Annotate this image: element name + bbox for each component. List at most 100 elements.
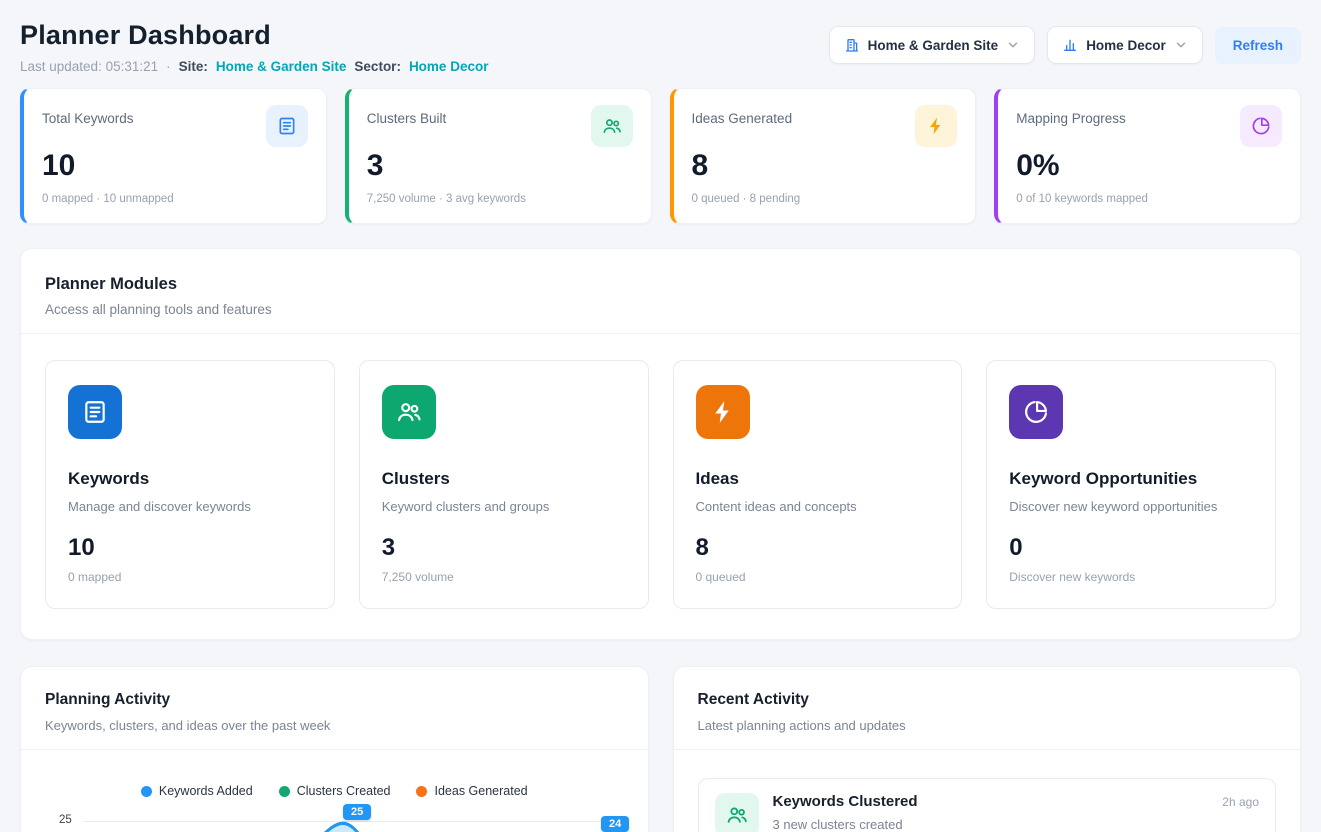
sector-link[interactable]: Home Decor (409, 59, 489, 74)
legend-label: Ideas Generated (434, 784, 527, 798)
point-label-badge: 25 (343, 804, 371, 820)
stat-value: 8 (692, 149, 958, 183)
stat-cards-row: Total Keywords 10 0 mapped · 10 unmapped… (20, 88, 1301, 224)
stat-label: Total Keywords (42, 105, 134, 126)
module-subtext: 7,250 volume (382, 570, 626, 584)
stat-card-total-keywords: Total Keywords 10 0 mapped · 10 unmapped (20, 88, 327, 224)
stat-card-top: Total Keywords (42, 105, 308, 147)
stat-value: 0% (1016, 149, 1282, 183)
meta-separator: · (166, 59, 171, 74)
recent-activity-title: Recent Activity (698, 691, 1277, 709)
module-title: Keywords (68, 469, 312, 489)
users-icon (591, 105, 633, 147)
point-label-badge: 24 (601, 816, 629, 832)
activity-title: Keywords Clustered (773, 793, 918, 810)
module-card-clusters[interactable]: Clusters Keyword clusters and groups 3 7… (359, 360, 649, 609)
chevron-down-icon (1006, 38, 1020, 52)
activity-row: Keywords Clustered 2h ago (773, 793, 1260, 810)
stat-card-ideas-generated: Ideas Generated 8 0 queued · 8 pending (670, 88, 977, 224)
activity-timestamp: 2h ago (1222, 793, 1259, 809)
stat-card-clusters-built: Clusters Built 3 7,250 volume · 3 avg ke… (345, 88, 652, 224)
stat-label: Clusters Built (367, 105, 447, 126)
module-value: 3 (382, 534, 626, 562)
module-value: 0 (1009, 534, 1253, 562)
sector-label: Sector: (354, 59, 401, 74)
bolt-icon (696, 385, 750, 439)
module-title: Keyword Opportunities (1009, 469, 1253, 489)
users-icon (715, 793, 759, 832)
planning-activity-card: Planning Activity Keywords, clusters, an… (20, 666, 649, 832)
legend-dot-icon (279, 786, 290, 797)
chart-legend: Keywords Added Clusters Created Ideas Ge… (45, 784, 624, 798)
module-subtext: 0 queued (696, 570, 940, 584)
legend-label: Clusters Created (297, 784, 391, 798)
site-selector-value: Home & Garden Site (868, 38, 999, 53)
stat-label: Ideas Generated (692, 105, 793, 126)
sector-selector-dropdown[interactable]: Home Decor (1047, 26, 1203, 64)
stat-card-top: Mapping Progress (1016, 105, 1282, 147)
module-title: Clusters (382, 469, 626, 489)
document-icon (266, 105, 308, 147)
planning-activity-chart: 25 25 24 (45, 810, 624, 832)
legend-dot-icon (141, 786, 152, 797)
page-title: Planner Dashboard (20, 20, 488, 51)
header: Planner Dashboard Last updated: 05:31:21… (20, 20, 1301, 74)
header-controls: Home & Garden Site Home Decor Refresh (829, 20, 1301, 64)
module-description: Manage and discover keywords (68, 499, 312, 514)
activity-item-keywords-clustered: Keywords Clustered 2h ago 3 new clusters… (698, 778, 1277, 832)
bolt-icon (915, 105, 957, 147)
building-icon (844, 37, 860, 53)
meta-line: Last updated: 05:31:21 · Site: Home & Ga… (20, 59, 488, 74)
document-icon (68, 385, 122, 439)
module-title: Ideas (696, 469, 940, 489)
module-card-ideas[interactable]: Ideas Content ideas and concepts 8 0 que… (673, 360, 963, 609)
planner-dashboard-page: Planner Dashboard Last updated: 05:31:21… (0, 0, 1321, 832)
module-value: 10 (68, 534, 312, 562)
pie-icon (1009, 385, 1063, 439)
sector-selector-value: Home Decor (1086, 38, 1166, 53)
site-selector-dropdown[interactable]: Home & Garden Site (829, 26, 1036, 64)
module-card-keywords[interactable]: Keywords Manage and discover keywords 10… (45, 360, 335, 609)
planning-activity-title: Planning Activity (45, 691, 624, 709)
legend-item-keywords-added[interactable]: Keywords Added (141, 784, 253, 798)
module-subtext: 0 mapped (68, 570, 312, 584)
module-value: 8 (696, 534, 940, 562)
legend-item-ideas-generated[interactable]: Ideas Generated (416, 784, 527, 798)
bottom-row: Planning Activity Keywords, clusters, an… (20, 666, 1301, 832)
divider (21, 749, 648, 750)
planning-activity-subtitle: Keywords, clusters, and ideas over the p… (45, 718, 624, 733)
stat-label: Mapping Progress (1016, 105, 1126, 126)
header-left: Planner Dashboard Last updated: 05:31:21… (20, 20, 488, 74)
stat-subtext: 7,250 volume · 3 avg keywords (367, 193, 633, 205)
divider (674, 749, 1301, 750)
recent-activity-card: Recent Activity Latest planning actions … (673, 666, 1302, 832)
panel-subtitle: Access all planning tools and features (45, 302, 1276, 317)
site-link[interactable]: Home & Garden Site (216, 59, 347, 74)
legend-dot-icon (416, 786, 427, 797)
refresh-button[interactable]: Refresh (1215, 27, 1301, 64)
module-card-keyword-opportunities[interactable]: Keyword Opportunities Discover new keywo… (986, 360, 1276, 609)
stat-subtext: 0 mapped · 10 unmapped (42, 193, 308, 205)
modules-grid: Keywords Manage and discover keywords 10… (45, 360, 1276, 609)
stat-card-mapping-progress: Mapping Progress 0% 0 of 10 keywords map… (994, 88, 1301, 224)
site-label: Site: (179, 59, 208, 74)
divider (21, 333, 1300, 334)
legend-item-clusters-created[interactable]: Clusters Created (279, 784, 391, 798)
module-description: Discover new keyword opportunities (1009, 499, 1253, 514)
panel-title: Planner Modules (45, 275, 1276, 294)
y-axis-tick: 25 (59, 814, 72, 826)
activity-body: Keywords Clustered 2h ago 3 new clusters… (773, 793, 1260, 832)
pie-icon (1240, 105, 1282, 147)
module-description: Keyword clusters and groups (382, 499, 626, 514)
module-description: Content ideas and concepts (696, 499, 940, 514)
stat-value: 10 (42, 149, 308, 183)
chevron-down-icon (1174, 38, 1188, 52)
last-updated: Last updated: 05:31:21 (20, 59, 158, 74)
stat-card-top: Ideas Generated (692, 105, 958, 147)
stat-card-top: Clusters Built (367, 105, 633, 147)
stat-subtext: 0 queued · 8 pending (692, 193, 958, 205)
users-icon (382, 385, 436, 439)
stat-value: 3 (367, 149, 633, 183)
legend-label: Keywords Added (159, 784, 253, 798)
planner-modules-panel: Planner Modules Access all planning tool… (20, 248, 1301, 640)
